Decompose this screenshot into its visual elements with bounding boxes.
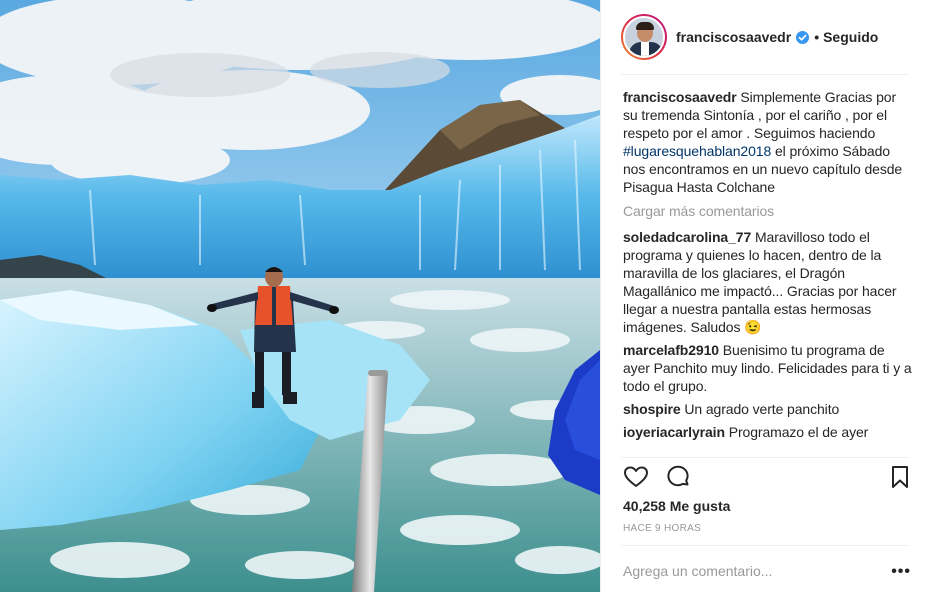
load-more-comments-button[interactable]: Cargar más comentarios (623, 202, 912, 220)
post-container: franciscosaavedr • Seguido franciscosaav… (0, 0, 925, 592)
list-item: soledadcarolina_77 Maravilloso todo el p… (623, 228, 912, 336)
post-header: franciscosaavedr • Seguido (601, 0, 925, 74)
comment-bubble-icon[interactable] (665, 464, 691, 490)
verified-badge-icon (796, 30, 810, 44)
comment-text: Programazo el de ayer (728, 424, 869, 440)
glacier-photo (0, 0, 600, 592)
likes-count[interactable]: 40,258 Me gusta (623, 498, 730, 514)
list-item: ioyeriacarlyrain Programazo el de ayer (623, 423, 912, 441)
comment-text: Un agrado verte panchito (684, 401, 840, 417)
comment-username[interactable]: soledadcarolina_77 (623, 229, 751, 245)
list-item: marcelafb2910 Buenisimo tu programa de a… (623, 341, 912, 395)
list-item: shospire Un agrado verte panchito (623, 400, 912, 418)
add-comment-input[interactable]: Agrega un comentario... (623, 563, 772, 579)
header-separator: • (814, 29, 820, 45)
post-photo[interactable] (0, 0, 600, 592)
comment-username[interactable]: shospire (623, 401, 681, 417)
more-options-button[interactable]: ••• (891, 563, 911, 581)
action-bar (623, 464, 913, 490)
comment-username[interactable]: marcelafb2910 (623, 342, 719, 358)
header-username[interactable]: franciscosaavedr (676, 29, 791, 45)
post-timestamp[interactable]: HACE 9 HORAS (623, 523, 701, 534)
header-divider (621, 74, 909, 75)
comment-username[interactable]: ioyeriacarlyrain (623, 424, 725, 440)
footer-divider (621, 545, 909, 546)
follow-status-button[interactable]: Seguido (823, 29, 878, 45)
caption: franciscosaavedr Simplemente Gracias por… (623, 88, 912, 196)
bookmark-icon[interactable] (887, 464, 913, 490)
heart-icon[interactable] (623, 464, 649, 490)
comments-list[interactable]: franciscosaavedr Simplemente Gracias por… (623, 88, 912, 456)
caption-hashtag[interactable]: #lugaresquehablan2018 (623, 143, 771, 159)
caption-username[interactable]: franciscosaavedr (623, 89, 737, 105)
avatar-image (623, 16, 665, 58)
comments-divider (621, 457, 909, 458)
post-side-panel: franciscosaavedr • Seguido franciscosaav… (600, 0, 925, 592)
avatar[interactable] (621, 14, 667, 60)
